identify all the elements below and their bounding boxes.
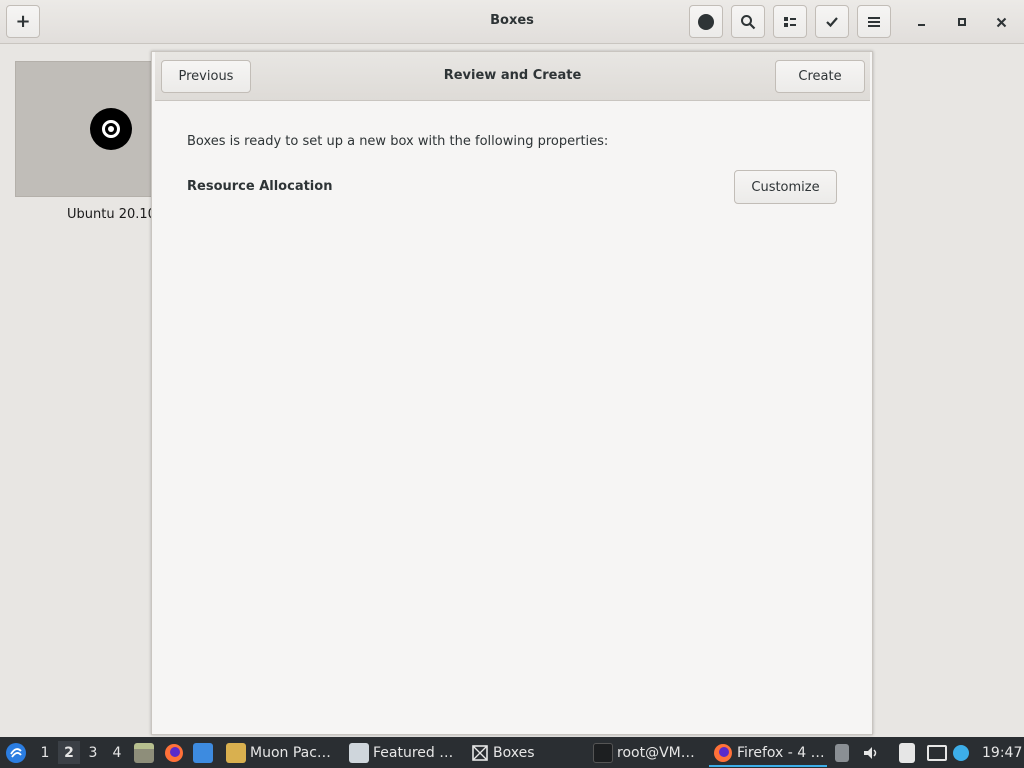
- create-button[interactable]: Create: [775, 60, 865, 93]
- app-launcher[interactable]: [5, 737, 27, 768]
- task-label: root@VM…: [617, 744, 695, 761]
- circle-icon: [698, 13, 714, 30]
- terminal-icon: [593, 742, 613, 763]
- desktop-launcher[interactable]: [193, 737, 213, 768]
- desktop-icon: [193, 742, 213, 763]
- disc-icon: [90, 108, 132, 150]
- workspace-1[interactable]: 1: [34, 741, 56, 764]
- maximize-icon: [958, 18, 966, 26]
- task-muon[interactable]: Muon Pac…: [226, 737, 331, 768]
- notifications-tray[interactable]: [835, 737, 849, 768]
- update-icon: [953, 744, 969, 761]
- box-thumbnail[interactable]: [15, 61, 155, 197]
- folder-icon: [134, 742, 154, 763]
- new-box-button[interactable]: +: [6, 5, 40, 38]
- workspace-4[interactable]: 4: [106, 741, 128, 764]
- dialog-header: Previous Review and Create Create: [155, 52, 870, 101]
- customize-button[interactable]: Customize: [734, 170, 837, 204]
- resource-allocation-label: Resource Allocation: [187, 179, 333, 194]
- notification-icon: [835, 743, 849, 762]
- workspace-3[interactable]: 3: [82, 741, 104, 764]
- intro-text: Boxes is ready to set up a new box with …: [187, 134, 609, 149]
- boxes-icon: [472, 744, 488, 761]
- task-boxes[interactable]: Boxes: [471, 737, 535, 768]
- task-firefox[interactable]: Firefox - 4 …: [709, 737, 827, 768]
- firefox-launcher[interactable]: [164, 737, 184, 768]
- task-label: Featured …: [373, 744, 454, 761]
- workspace-2[interactable]: 2: [58, 741, 80, 764]
- task-label: Boxes: [493, 744, 535, 761]
- store-icon: [349, 742, 369, 763]
- previous-button[interactable]: Previous: [161, 60, 251, 93]
- list-view-icon: [784, 16, 796, 27]
- dialog-title: Review and Create: [443, 68, 582, 83]
- package-icon: [226, 742, 246, 763]
- volume-control[interactable]: [862, 737, 880, 768]
- checkmark-icon: [826, 16, 838, 27]
- minimize-button[interactable]: [909, 9, 935, 35]
- search-icon: [741, 14, 756, 29]
- clipboard-tray[interactable]: [899, 737, 915, 768]
- maximize-button[interactable]: [949, 9, 975, 35]
- network-tray[interactable]: [927, 737, 947, 768]
- search-button[interactable]: [731, 5, 765, 38]
- taskbar: 1 2 3 4 Muon Pac… Featured … Boxes root@…: [0, 737, 1024, 768]
- updates-tray[interactable]: [953, 737, 969, 768]
- select-button[interactable]: [815, 5, 849, 38]
- files-launcher[interactable]: [134, 737, 154, 768]
- task-label: Firefox - 4 …: [737, 744, 825, 761]
- menu-button[interactable]: [857, 5, 891, 38]
- close-button[interactable]: [988, 9, 1014, 35]
- record-button[interactable]: [689, 5, 723, 38]
- volume-icon: [864, 746, 877, 759]
- firefox-icon: [714, 743, 732, 762]
- clipboard-icon: [899, 742, 915, 763]
- firefox-icon: [165, 743, 183, 762]
- task-terminal[interactable]: root@VM…: [593, 737, 695, 768]
- box-label[interactable]: Ubuntu 20.10: [67, 207, 156, 222]
- task-featured[interactable]: Featured …: [349, 737, 453, 768]
- minimize-icon: [918, 24, 925, 26]
- close-icon: [996, 17, 1006, 27]
- dialog-content: Boxes is ready to set up a new box with …: [155, 101, 870, 731]
- list-view-button[interactable]: [773, 5, 807, 38]
- network-icon: [927, 744, 947, 761]
- review-create-dialog: Previous Review and Create Create Boxes …: [151, 51, 873, 735]
- launcher-icon: [6, 742, 26, 763]
- hamburger-menu-icon: [868, 16, 880, 27]
- task-label: Muon Pac…: [250, 744, 331, 761]
- active-task-indicator: [709, 765, 827, 767]
- clock[interactable]: 19:47: [982, 737, 1022, 768]
- header-bar: + Boxes: [0, 0, 1024, 44]
